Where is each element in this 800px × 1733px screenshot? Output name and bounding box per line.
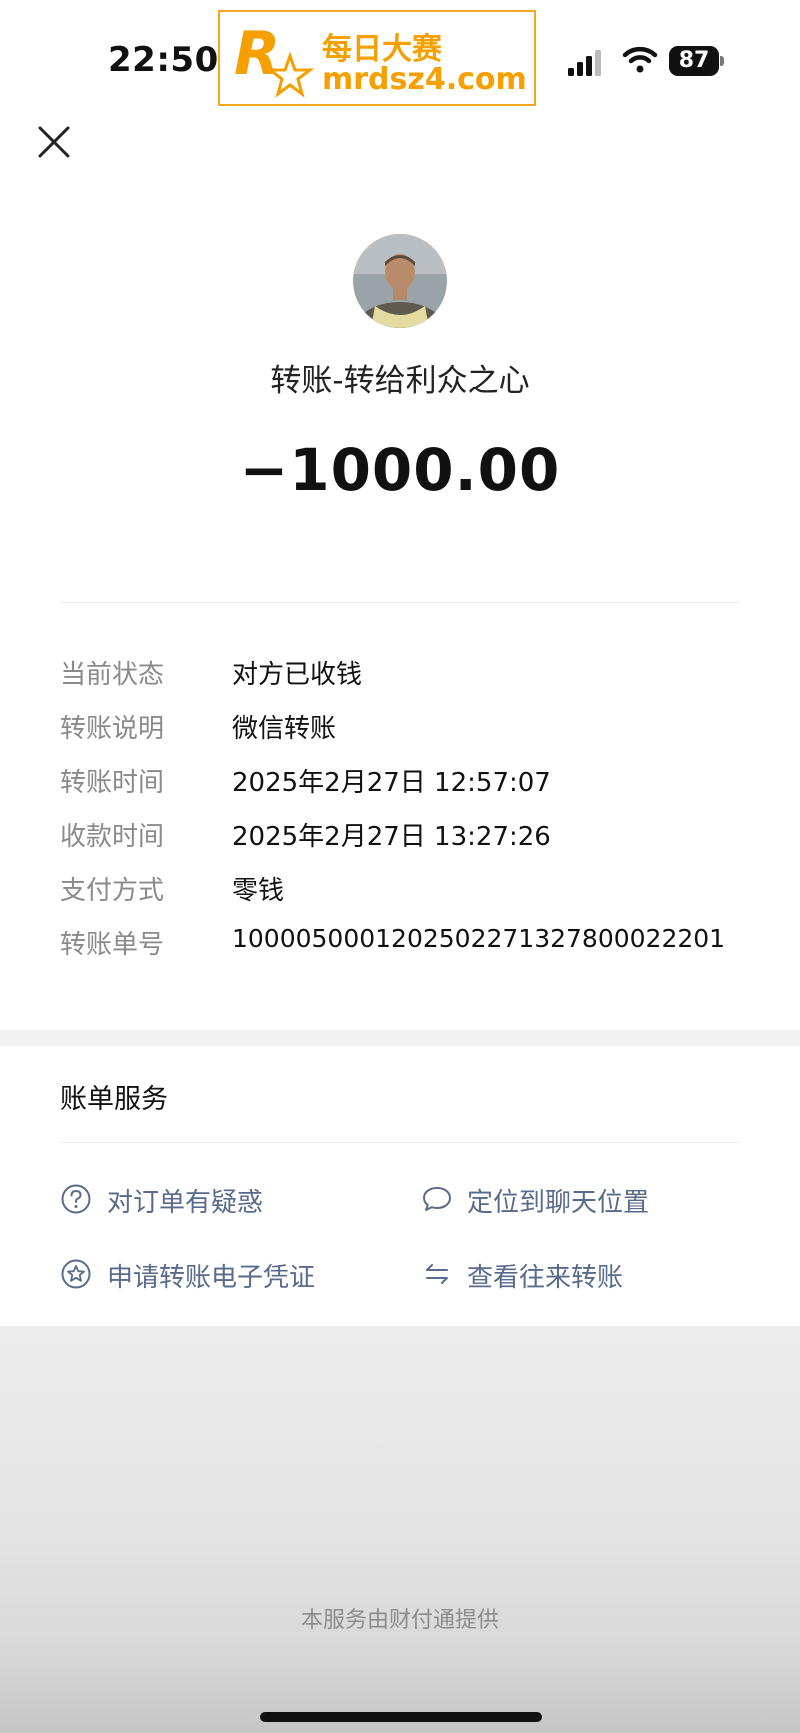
close-icon[interactable] (36, 124, 72, 160)
service-e-voucher[interactable]: 申请转账电子凭证 (107, 1257, 315, 1294)
detail-value-note: 微信转账 (232, 714, 337, 744)
service-order-question[interactable]: 对订单有疑惑 (107, 1182, 263, 1219)
battery-level: 87 (669, 46, 719, 76)
transfer-title: 转账-转给利众之心 (270, 363, 530, 399)
detail-value-receive-time: 2025年2月27日 13:27:26 (232, 822, 551, 852)
swap-arrows-icon (426, 1264, 448, 1284)
status-time: 22:50 (108, 40, 219, 80)
chat-bubble-icon (423, 1187, 451, 1211)
transfer-amount: −1000.00 (239, 436, 561, 504)
detail-label-transfer-time: 转账时间 (60, 768, 165, 798)
detail-label-note: 转账说明 (60, 714, 165, 744)
detail-label-payment-method: 支付方式 (60, 876, 165, 906)
detail-label-order-number: 转账单号 (60, 930, 165, 960)
watermark-url: mrdsz4.com (322, 62, 527, 97)
star-badge-icon (61, 1259, 91, 1289)
watermark-logo-icon: R (234, 22, 315, 98)
watermark-banner: R 每日大赛 mrdsz4.com (218, 10, 536, 106)
detail-value-payment-method: 零钱 (232, 876, 285, 906)
recipient-avatar (353, 234, 447, 328)
battery-indicator: 87 (669, 46, 727, 78)
detail-label-receive-time: 收款时间 (60, 822, 165, 852)
divider (60, 1142, 740, 1143)
home-indicator[interactable] (260, 1712, 542, 1722)
service-locate-chat[interactable]: 定位到聊天位置 (467, 1182, 649, 1219)
service-view-transfers[interactable]: 查看往来转账 (467, 1257, 623, 1294)
detail-value-order-number: 10000500012025022713278000222​01 (232, 924, 726, 953)
svg-text:R: R (234, 22, 280, 89)
detail-value-status: 对方已收钱 (232, 660, 363, 690)
footer-provider-text: 本服务由财付通提供 (300, 1608, 499, 1633)
divider (60, 602, 740, 603)
wifi-icon (622, 46, 658, 73)
services-title: 账单服务 (60, 1084, 168, 1115)
detail-value-transfer-time: 2025年2月27日 12:57:07 (232, 768, 551, 798)
footer-area (0, 1326, 800, 1733)
cellular-signal-icon (568, 50, 601, 76)
section-separator (0, 1030, 800, 1046)
question-circle-icon (61, 1184, 91, 1214)
detail-label-status: 当前状态 (60, 660, 165, 690)
